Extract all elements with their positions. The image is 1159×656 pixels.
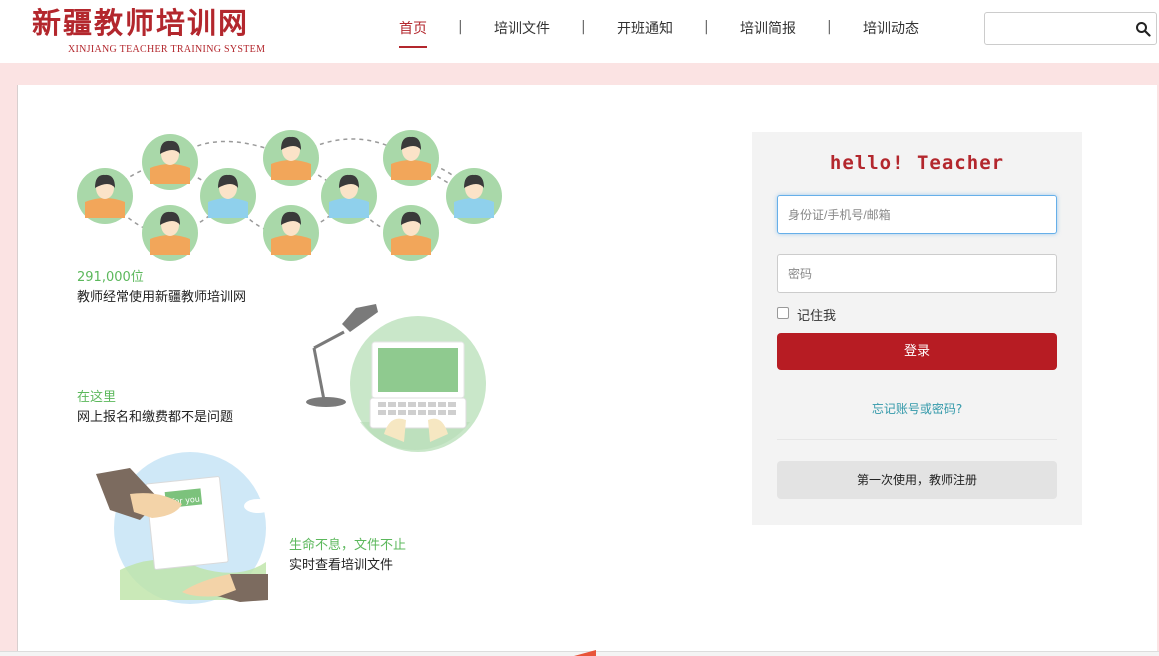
teacher-avatar-icon bbox=[321, 168, 377, 224]
teacher-avatar-icon bbox=[263, 130, 319, 186]
bottom-arrow-icon bbox=[574, 650, 596, 656]
nav-item-training-files[interactable]: 培训文件 bbox=[494, 18, 550, 38]
teacher-avatar-icon bbox=[142, 134, 198, 190]
login-greeting: hello! Teacher bbox=[829, 152, 1005, 174]
logo-title: 新疆教师培训网 bbox=[32, 6, 250, 40]
teacher-network-illustration bbox=[77, 130, 502, 261]
feature-files-title: 生命不息，文件不止 bbox=[289, 538, 407, 553]
site-logo[interactable]: 新疆教师培训网 XINJIANG TEACHER TRAINING SYSTEM bbox=[32, 0, 312, 60]
remember-me-label[interactable]: 记住我 bbox=[797, 305, 836, 324]
search-box bbox=[984, 12, 1157, 45]
feature-stat-desc: 教师经常使用新疆教师培训网 bbox=[77, 290, 247, 305]
nav-separator: | bbox=[704, 19, 709, 35]
nav-item-home[interactable]: 首页 bbox=[399, 18, 427, 38]
password-field[interactable] bbox=[777, 254, 1057, 293]
login-button[interactable]: 登录 bbox=[777, 333, 1057, 370]
teacher-avatar-icon bbox=[142, 205, 198, 261]
site-header: 新疆教师培训网 XINJIANG TEACHER TRAINING SYSTEM… bbox=[0, 0, 1159, 63]
register-button[interactable]: 第一次使用，教师注册 bbox=[777, 461, 1057, 499]
teacher-avatar-icon bbox=[263, 205, 319, 261]
nav-item-training-news[interactable]: 培训动态 bbox=[863, 18, 919, 38]
nav-separator: | bbox=[458, 19, 463, 35]
username-field[interactable] bbox=[777, 195, 1057, 234]
feature-stat-title: 291,000位 bbox=[77, 270, 144, 285]
login-panel: hello! Teacher 记住我 登录 忘记账号或密码? 第一次使用，教师注… bbox=[752, 132, 1082, 525]
remember-me-checkbox[interactable] bbox=[777, 307, 789, 319]
lamp-laptop-illustration bbox=[306, 304, 486, 452]
handshake-document-illustration: for you bbox=[96, 452, 272, 604]
feature-files-desc: 实时查看培训文件 bbox=[289, 558, 394, 573]
forgot-password-link[interactable]: 忘记账号或密码? bbox=[752, 400, 1082, 417]
logo-subtitle: XINJIANG TEACHER TRAINING SYSTEM bbox=[68, 44, 266, 55]
nav-separator: | bbox=[827, 19, 832, 35]
feature-online-title: 在这里 bbox=[77, 390, 117, 405]
feature-online-desc: 网上报名和缴费都不是问题 bbox=[77, 410, 234, 425]
search-input[interactable] bbox=[989, 17, 1127, 41]
nav-item-class-notice[interactable]: 开班通知 bbox=[617, 18, 673, 38]
search-icon[interactable] bbox=[1135, 21, 1151, 37]
teacher-avatar-icon bbox=[77, 168, 133, 224]
nav-separator: | bbox=[581, 19, 586, 35]
login-divider bbox=[777, 439, 1057, 440]
nav-active-indicator bbox=[399, 46, 427, 48]
teacher-avatar-icon bbox=[200, 168, 256, 224]
teacher-avatar-icon bbox=[383, 130, 439, 186]
teacher-avatar-icon bbox=[446, 168, 502, 224]
teacher-avatar-icon bbox=[383, 205, 439, 261]
nav-item-training-brief[interactable]: 培训简报 bbox=[740, 18, 796, 38]
